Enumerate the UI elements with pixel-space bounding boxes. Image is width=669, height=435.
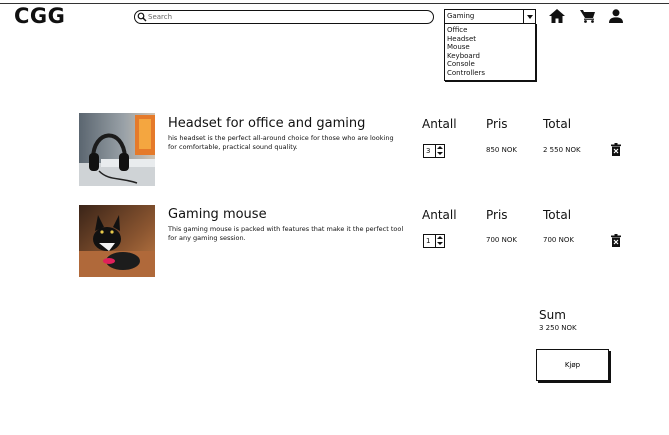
quantity-header: Antall [422, 208, 457, 222]
cart-icon[interactable] [580, 9, 596, 23]
home-icon[interactable] [549, 9, 565, 23]
category-option-mouse[interactable]: Mouse [445, 43, 535, 52]
quantity-header: Antall [422, 117, 457, 131]
category-option-office[interactable]: Office [445, 26, 535, 35]
product-description: This gaming mouse is packed with feature… [168, 225, 404, 242]
buy-button[interactable]: Kjøp [536, 349, 609, 381]
site-logo[interactable]: CGG [14, 4, 65, 28]
price-header: Pris [486, 117, 508, 131]
product-description: his headset is the perfect all-around ch… [168, 134, 394, 151]
sum-label: Sum [539, 308, 566, 322]
mouse-product-image [79, 205, 155, 277]
total-header: Total [543, 208, 572, 222]
category-option-console[interactable]: Console [445, 60, 535, 69]
trash-icon[interactable] [611, 143, 621, 156]
total-header: Total [543, 117, 572, 131]
unit-price: 700 NOK [486, 236, 517, 244]
chevron-down-icon[interactable] [523, 10, 535, 23]
price-header: Pris [486, 208, 508, 222]
quantity-stepper[interactable]: 3 [423, 144, 445, 158]
search-bar[interactable] [134, 10, 434, 24]
category-option-headset[interactable]: Headset [445, 35, 535, 44]
category-select[interactable]: Gaming [444, 9, 536, 24]
category-option-controllers[interactable]: Controllers [445, 69, 535, 78]
unit-price: 850 NOK [486, 146, 517, 154]
line-total: 2 550 NOK [543, 146, 581, 154]
line-total: 700 NOK [543, 236, 574, 244]
user-icon[interactable] [609, 9, 623, 23]
search-input[interactable] [148, 11, 426, 23]
stepper-arrows-icon[interactable] [435, 235, 444, 247]
quantity-value: 3 [426, 147, 431, 155]
product-title[interactable]: Headset for office and gaming [168, 116, 365, 131]
quantity-value: 1 [426, 237, 431, 245]
category-option-keyboard[interactable]: Keyboard [445, 52, 535, 61]
top-divider [0, 3, 669, 4]
search-icon [137, 12, 147, 22]
quantity-stepper[interactable]: 1 [423, 234, 445, 248]
trash-icon[interactable] [611, 234, 621, 247]
product-title[interactable]: Gaming mouse [168, 207, 267, 222]
headset-product-image [79, 113, 155, 186]
stepper-arrows-icon[interactable] [435, 145, 444, 157]
category-dropdown-list: Office Headset Mouse Keyboard Console Co… [444, 23, 536, 81]
category-select-value: Gaming [447, 12, 475, 20]
sum-value: 3 250 NOK [539, 324, 577, 332]
